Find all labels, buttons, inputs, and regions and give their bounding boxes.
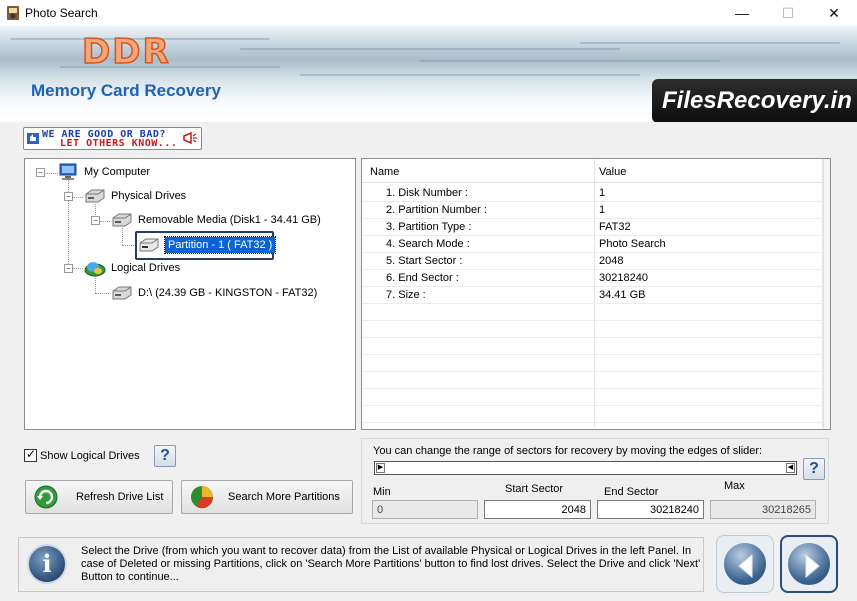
end-sector-label: End Sector [604, 486, 659, 498]
tree-label-my-computer: My Computer [84, 166, 151, 178]
checkbox-box[interactable] [24, 447, 37, 462]
table-row: 6. End Sector : 30218240 [362, 270, 824, 287]
property-value: 30218240 [599, 272, 648, 284]
collapse-toggle-removable[interactable]: − [91, 216, 100, 225]
property-name: 7. Size : [386, 289, 426, 301]
show-logical-drives-checkbox[interactable]: Show Logical Drives [24, 447, 140, 462]
help-button-drives[interactable]: ? [154, 445, 176, 467]
sector-hint: You can change the range of sectors for … [373, 445, 763, 457]
hard-drive-icon [112, 286, 132, 300]
search-more-label: Search More Partitions [228, 491, 340, 503]
property-name: 5. Start Sector : [386, 255, 463, 267]
brand-logo[interactable]: FilesRecovery.in [652, 79, 857, 122]
collapse-toggle-computer[interactable]: − [36, 168, 45, 177]
property-name: 4. Search Mode : [386, 238, 470, 250]
column-header-name[interactable]: Name [370, 166, 399, 178]
table-row: 7. Size : 34.41 GB [362, 287, 824, 304]
info-icon: i [27, 544, 67, 584]
show-logical-drives-label: Show Logical Drives [40, 449, 140, 462]
tree-label-drive-d: D:\ (24.39 GB - KINGSTON - FAT32) [138, 287, 318, 299]
hard-drive-icon [112, 213, 132, 227]
pie-chart-icon [191, 486, 214, 509]
properties-panel[interactable]: Name Value 1. Disk Number : 1 2. Partiti… [361, 158, 831, 430]
title-bar: Photo Search — ☐ ✕ [0, 0, 857, 26]
megaphone-icon [183, 131, 197, 145]
properties-scrollbar[interactable] [823, 159, 830, 429]
table-row: 2. Partition Number : 1 [362, 202, 824, 219]
help-button-sectors[interactable]: ? [803, 458, 825, 480]
instructions-text: Select the Drive (from which you want to… [81, 545, 701, 583]
window-title: Photo Search [25, 6, 98, 20]
slider-start-handle[interactable]: ▶ [376, 463, 385, 473]
slider-end-handle[interactable]: ◀ [786, 463, 795, 473]
brand-text: FilesRecovery.in [662, 87, 852, 114]
table-row: 3. Partition Type : FAT32 [362, 219, 824, 236]
ddr-logo: DDR [81, 31, 171, 73]
table-row: 4. Search Mode : Photo Search [362, 236, 824, 253]
maximize-button[interactable]: ☐ [765, 0, 811, 26]
product-name: Memory Card Recovery [31, 81, 221, 100]
hard-drive-icon [85, 189, 105, 203]
property-value: 34.41 GB [599, 289, 646, 301]
property-value: Photo Search [599, 238, 666, 250]
tree-label-logical-drives: Logical Drives [111, 262, 181, 274]
tree-label-physical-drives: Physical Drives [111, 190, 187, 202]
min-sector-field: 0 [372, 500, 478, 519]
hard-drive-icon [139, 238, 159, 252]
property-name: 1. Disk Number : [386, 187, 468, 199]
tree-item-drive-d[interactable]: D:\ (24.39 GB - KINGSTON - FAT32) [111, 286, 317, 300]
back-arrow-icon [738, 553, 753, 579]
property-name: 2. Partition Number : [386, 204, 487, 216]
computer-icon [59, 163, 77, 180]
refresh-label: Refresh Drive List [76, 491, 164, 503]
property-value: 2048 [599, 255, 624, 267]
logical-drives-icon [84, 262, 106, 277]
sector-range-panel: You can change the range of sectors for … [361, 438, 829, 524]
next-arrow-icon [805, 553, 820, 579]
search-more-partitions-button[interactable]: Search More Partitions [181, 480, 353, 514]
header-banner: DDR Memory Card Recovery FilesRecovery.i… [0, 26, 857, 122]
feedback-line2: LET OTHERS KNOW... [60, 138, 178, 149]
tree-label-removable-media: Removable Media (Disk1 - 34.41 GB) [138, 214, 321, 226]
table-row: 5. Start Sector : 2048 [362, 253, 824, 270]
tree-item-logical-drives[interactable]: Logical Drives [84, 259, 180, 277]
max-label: Max [724, 480, 745, 492]
property-name: 6. End Sector : [386, 272, 459, 284]
camera-icon [7, 6, 19, 20]
sector-slider[interactable]: ▶ ◀ [374, 461, 797, 475]
minimize-button[interactable]: — [719, 0, 765, 26]
refresh-icon [34, 485, 58, 509]
tree-label-partition-1: Partition - 1 ( FAT32 ) [163, 236, 277, 254]
feedback-button[interactable]: WE ARE GOOD OR BAD? LET OTHERS KNOW... [23, 127, 202, 150]
start-sector-input[interactable]: 2048 [484, 500, 591, 519]
tree-item-physical-drives[interactable]: Physical Drives [84, 189, 186, 203]
close-button[interactable]: ✕ [811, 0, 857, 26]
max-sector-field: 30218265 [710, 500, 816, 519]
column-header-value[interactable]: Value [599, 166, 626, 178]
instructions-panel: i Select the Drive (from which you want … [18, 537, 704, 592]
end-sector-input[interactable]: 30218240 [597, 500, 704, 519]
property-value: FAT32 [599, 221, 631, 233]
properties-header: Name Value [362, 159, 824, 183]
tree-item-removable-media[interactable]: Removable Media (Disk1 - 34.41 GB) [111, 213, 321, 227]
min-label: Min [373, 486, 391, 498]
thumbs-up-icon [27, 133, 39, 144]
property-name: 3. Partition Type : [386, 221, 472, 233]
property-value: 1 [599, 187, 606, 199]
table-row: 1. Disk Number : 1 [362, 185, 824, 202]
back-button[interactable] [716, 535, 774, 593]
start-sector-label: Start Sector [505, 483, 564, 495]
tree-item-partition-1[interactable]: Partition - 1 ( FAT32 ) [138, 236, 277, 254]
tree-item-my-computer[interactable]: My Computer [58, 163, 150, 181]
next-button[interactable] [780, 535, 838, 593]
collapse-toggle-logical[interactable]: − [64, 264, 73, 273]
property-value: 1 [599, 204, 606, 216]
refresh-drive-list-button[interactable]: Refresh Drive List [25, 480, 173, 514]
collapse-toggle-physical[interactable]: − [64, 192, 73, 201]
